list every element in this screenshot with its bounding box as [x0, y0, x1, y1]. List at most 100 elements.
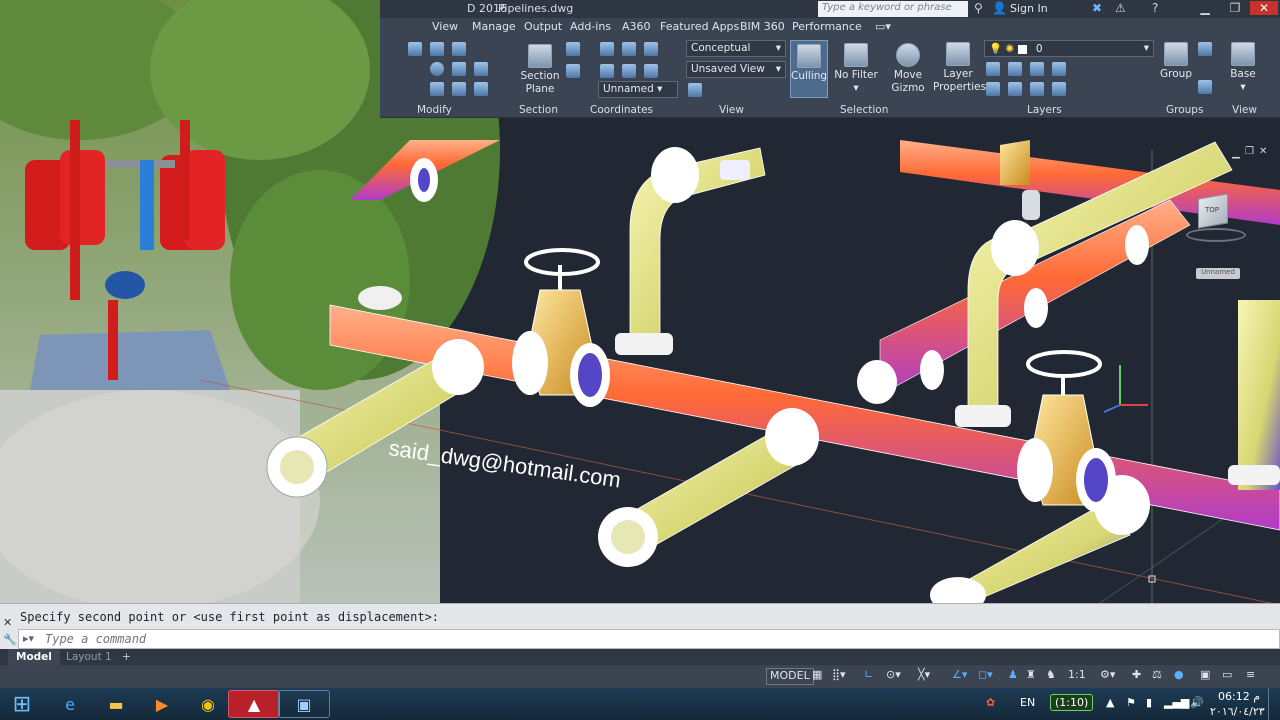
taskbar-autocad-icon[interactable]: ▲ — [228, 690, 280, 718]
annotation-visibility-icon[interactable]: ♟ — [1008, 668, 1018, 685]
tray-app-icon[interactable]: ✿ — [986, 696, 995, 709]
sign-in-button[interactable]: Sign In — [1010, 2, 1048, 15]
tab-manage[interactable]: Manage — [472, 20, 516, 33]
scale-icon[interactable] — [452, 42, 466, 56]
window-minimize-icon[interactable]: ▁ — [1192, 1, 1218, 15]
taskbar-remote-icon[interactable]: ▣ — [278, 690, 330, 718]
tab-output[interactable]: Output — [524, 20, 562, 33]
taskbar-explorer-icon[interactable]: ▬ — [90, 690, 142, 718]
layer-current-icon[interactable] — [1008, 82, 1022, 96]
layer-match-icon[interactable] — [986, 82, 1000, 96]
panel-label-layers[interactable]: Layers — [1027, 104, 1062, 116]
language-indicator[interactable]: EN — [1020, 696, 1035, 709]
units-icon[interactable]: ⚖ — [1152, 668, 1162, 685]
viewport-config-icon[interactable] — [688, 83, 702, 97]
taskbar-ie-icon[interactable]: e — [44, 690, 96, 718]
ribbon-options-icon[interactable]: ▭▾ — [875, 20, 891, 33]
viewport-close-icon[interactable]: ✕ — [1259, 146, 1267, 157]
auto-scale-icon[interactable]: ♜ — [1026, 668, 1036, 685]
layer-properties-button[interactable]: Layer Properties — [933, 42, 986, 94]
named-view-select[interactable]: Unsaved View ▾ — [686, 61, 786, 78]
ucs-world-icon[interactable] — [600, 42, 614, 56]
polar-icon[interactable]: ⊙▾ — [886, 668, 901, 685]
isolate-objects-icon[interactable]: ● — [1174, 668, 1184, 685]
ucs-icon-1[interactable] — [566, 42, 580, 56]
ucs-z-icon[interactable] — [644, 64, 658, 78]
search-box[interactable]: Type a keyword or phrase — [818, 1, 968, 17]
customize-icon[interactable]: ≡ — [1246, 668, 1255, 685]
add-layout-button[interactable]: + — [114, 649, 139, 665]
action-center-icon[interactable]: ⚑ — [1126, 696, 1136, 709]
ucs-select[interactable]: Unnamed ▾ — [598, 81, 678, 98]
ucs-x-icon[interactable] — [622, 42, 636, 56]
tab-a360[interactable]: A360 — [622, 20, 651, 33]
command-input[interactable] — [45, 632, 645, 646]
ortho-icon[interactable]: ∟ — [864, 668, 873, 685]
isodraft-icon[interactable]: ╳▾ — [918, 668, 930, 685]
tab-model[interactable]: Model — [8, 649, 60, 665]
ucs-y-icon[interactable] — [644, 42, 658, 56]
grid-display-icon[interactable]: ▦ — [812, 668, 822, 685]
taskbar-media-icon[interactable]: ▶ — [136, 690, 188, 718]
group-button[interactable]: Group — [1158, 42, 1194, 81]
tab-performance[interactable]: Performance — [792, 20, 862, 33]
no-filter-button[interactable]: No Filter ▾ — [832, 43, 880, 95]
ucs-origin-icon[interactable] — [566, 64, 580, 78]
tab-featured-apps[interactable]: Featured Apps — [660, 20, 739, 33]
tray-expand-icon[interactable]: ▲ — [1106, 696, 1114, 709]
layer-lock-icon[interactable] — [1052, 62, 1066, 76]
annotation-scale-value[interactable]: 1:1 — [1068, 668, 1086, 685]
clock-time[interactable]: 06:12 م — [1218, 690, 1260, 703]
viewport-minimize-icon[interactable]: ▁ — [1232, 148, 1240, 159]
command-prompt-icon[interactable]: ▸▾ — [23, 632, 34, 645]
panel-label-section[interactable]: Section — [519, 104, 558, 116]
taskbar-chrome-icon[interactable]: ◉ — [182, 690, 234, 718]
layer-walk-icon[interactable] — [1052, 82, 1066, 96]
exchange-icon[interactable]: ✖ — [1092, 1, 1102, 15]
panel-label-view-2[interactable]: View — [1232, 104, 1257, 116]
hardware-accel-icon[interactable]: ▣ — [1200, 668, 1210, 685]
move-icon[interactable] — [408, 42, 422, 56]
clock-date[interactable]: ٢٠١٦/٠٤/٢٣ — [1210, 705, 1265, 718]
power-icon[interactable]: ▮ — [1146, 696, 1152, 709]
tab-view[interactable]: View — [432, 20, 458, 33]
viewcube[interactable]: TOP — [1186, 190, 1246, 250]
copy-icon[interactable] — [430, 82, 444, 96]
show-desktop-button[interactable] — [1268, 688, 1280, 720]
fillet-icon[interactable] — [452, 62, 466, 76]
layer-freeze-icon[interactable] — [1030, 62, 1044, 76]
culling-button[interactable]: Culling — [790, 40, 828, 98]
window-restore-icon[interactable]: ❐ — [1222, 1, 1248, 15]
layer-off-icon[interactable] — [986, 62, 1000, 76]
annotation-monitor-icon[interactable]: ✚ — [1132, 668, 1141, 685]
stay-connected-icon[interactable]: ⚠ — [1115, 1, 1126, 15]
workspace-gear-icon[interactable]: ⚙▾ — [1100, 668, 1115, 685]
rotate-icon[interactable] — [430, 42, 444, 56]
tab-add-ins[interactable]: Add-ins — [570, 20, 611, 33]
command-close-icon[interactable]: ✕ — [3, 616, 15, 629]
3d-osnap-icon[interactable]: ◻▾ — [978, 668, 993, 685]
panel-label-modify[interactable]: Modify — [417, 104, 452, 116]
panel-label-selection[interactable]: Selection — [840, 104, 888, 116]
tab-bim360[interactable]: BIM 360 — [740, 20, 785, 33]
mirror-icon[interactable] — [452, 82, 466, 96]
viewport-restore-icon[interactable]: ❐ — [1245, 146, 1254, 157]
group-edit-icon[interactable] — [1198, 80, 1212, 94]
panel-label-coordinates[interactable]: Coordinates — [590, 104, 653, 116]
ucs-object-icon[interactable] — [622, 64, 636, 78]
model-space-button[interactable]: MODEL — [766, 668, 814, 685]
snap-mode-icon[interactable]: ⣿▾ — [832, 668, 846, 685]
panel-label-groups[interactable]: Groups — [1166, 104, 1203, 116]
tab-layout1[interactable]: Layout 1 — [58, 649, 120, 665]
start-button[interactable]: ⊞ — [0, 690, 44, 718]
window-close-icon[interactable]: ✕ — [1250, 1, 1278, 15]
base-button[interactable]: Base ▾ — [1226, 42, 1260, 94]
section-plane-button[interactable]: Section Plane — [510, 44, 570, 96]
visual-style-select[interactable]: Conceptual ▾ — [686, 40, 786, 57]
osnap-icon[interactable]: ∠▾ — [952, 668, 967, 685]
command-customize-icon[interactable]: 🔧 — [3, 633, 17, 646]
panel-label-view[interactable]: View — [719, 104, 744, 116]
layer-isolate-icon[interactable] — [1008, 62, 1022, 76]
circle-icon[interactable] — [430, 62, 444, 76]
grid-icon[interactable] — [474, 82, 488, 96]
